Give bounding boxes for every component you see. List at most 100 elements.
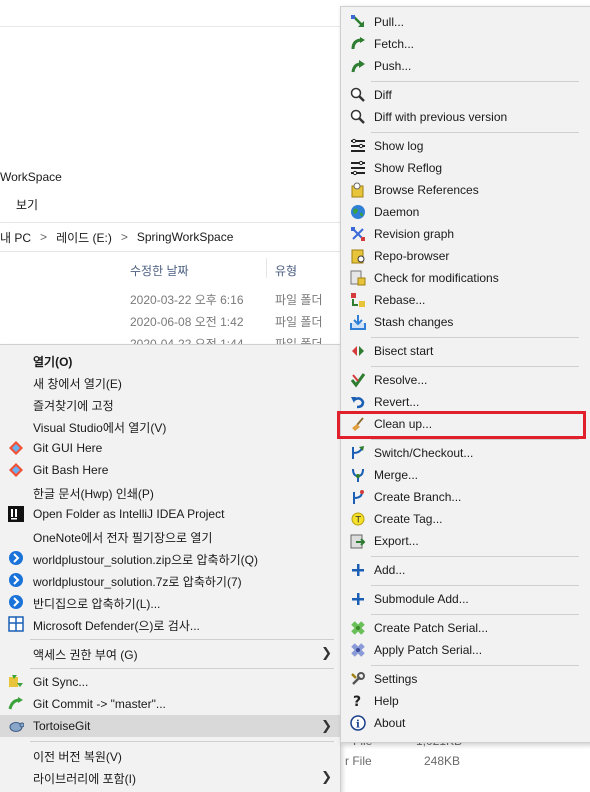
- menu-separator: [30, 668, 334, 669]
- menu-item-label: Open Folder as IntelliJ IDEA Project: [33, 507, 225, 521]
- menu-item-pull[interactable]: Pull...: [341, 11, 590, 33]
- column-header-type[interactable]: 유형: [275, 262, 297, 279]
- menu-item-label: Create Branch...: [374, 490, 462, 504]
- menu-separator: [371, 81, 579, 82]
- patch-icon: [350, 642, 366, 658]
- menu-item-revert[interactable]: Revert...: [341, 391, 590, 413]
- menu-item-bisect-start[interactable]: Bisect start: [341, 340, 590, 362]
- menu-item-defender[interactable]: Microsoft Defender(으)로 검사...: [0, 613, 340, 635]
- git-commit-icon: [8, 696, 24, 712]
- menu-item-push[interactable]: Push...: [341, 55, 590, 77]
- menu-item-label: Push...: [374, 59, 412, 73]
- menu-item-pin-quick-access[interactable]: 즐겨찾기에 고정: [0, 393, 340, 415]
- menu-item-label: Switch/Checkout...: [374, 446, 474, 460]
- menu-item-stash[interactable]: Stash changes: [341, 311, 590, 333]
- menu-item-label: Merge...: [374, 468, 419, 482]
- menu-item-label: Visual Studio에서 열기(V): [33, 421, 167, 435]
- menu-item-resolve[interactable]: Resolve...: [341, 369, 590, 391]
- breadcrumb-this-pc[interactable]: 내 PC: [0, 229, 31, 246]
- menu-item-create-branch[interactable]: Create Branch...: [341, 486, 590, 508]
- breadcrumb-drive[interactable]: 레이드 (E:): [56, 229, 112, 246]
- menu-item-git-bash[interactable]: Git Bash Here: [0, 459, 340, 481]
- breadcrumb[interactable]: 내 PC > 레이드 (E:) > SpringWorkSpace: [0, 222, 340, 252]
- menu-item-label: 이전 버전 복원(V): [33, 750, 122, 764]
- breadcrumb-folder[interactable]: SpringWorkSpace: [137, 230, 234, 244]
- menu-item-submodule-add[interactable]: Submodule Add...: [341, 588, 590, 610]
- menu-item-label: Microsoft Defender(으)로 검사...: [33, 619, 200, 633]
- menu-item-label: 즐겨찾기에 고정: [33, 399, 114, 413]
- menu-item-label: Diff with previous version: [374, 110, 508, 124]
- menu-item-label: Help: [374, 694, 399, 708]
- menu-item-grant-access[interactable]: 액세스 권한 부여 (G) ❯: [0, 642, 340, 664]
- menu-item-hwp-print[interactable]: 한글 문서(Hwp) 인쇄(P): [0, 481, 340, 503]
- menu-item-label: Browse References: [374, 183, 479, 197]
- menu-item-label: Git GUI Here: [33, 441, 103, 455]
- menu-item-check-modifications[interactable]: Check for modifications: [341, 267, 590, 289]
- menu-item-tortoisegit[interactable]: TortoiseGit ❯: [0, 715, 340, 737]
- plus-icon: [350, 562, 366, 578]
- menu-item-about[interactable]: i About: [341, 712, 590, 734]
- menu-item-diff-previous[interactable]: Diff with previous version: [341, 106, 590, 128]
- menu-item-diff[interactable]: Diff: [341, 84, 590, 106]
- graph-icon: [350, 226, 366, 242]
- tortoise-icon: [8, 718, 24, 734]
- menu-item-rebase[interactable]: Rebase...: [341, 289, 590, 311]
- menu-item-onenote[interactable]: OneNote에서 전자 필기장으로 열기: [0, 525, 340, 547]
- menu-item-show-reflog[interactable]: Show Reflog: [341, 157, 590, 179]
- divider: [0, 26, 340, 27]
- chevron-right-icon: ❯: [321, 769, 332, 784]
- menu-item-git-sync[interactable]: Git Sync...: [0, 671, 340, 693]
- menu-item-7z[interactable]: worldplustour_solution.7z로 압축하기(7): [0, 569, 340, 591]
- menu-item-include-library[interactable]: 라이브러리에 포함(I) ❯: [0, 766, 340, 788]
- menu-item-label: Git Bash Here: [33, 463, 109, 477]
- menu-item-git-commit[interactable]: Git Commit -> "master"...: [0, 693, 340, 715]
- menu-item-browse-references[interactable]: Browse References: [341, 179, 590, 201]
- menu-item-label: Submodule Add...: [374, 592, 469, 606]
- log-icon: [350, 160, 366, 176]
- menu-item-restore-previous[interactable]: 이전 버전 복원(V): [0, 744, 340, 766]
- git-diamond-icon: [8, 440, 24, 456]
- svg-text:T: T: [355, 516, 362, 526]
- menu-item-label: Git Commit -> "master"...: [33, 697, 166, 711]
- menu-item-label: Pull...: [374, 15, 405, 29]
- menu-item-open-new-window[interactable]: 새 창에서 열기(E): [0, 371, 340, 393]
- menu-item-merge[interactable]: Merge...: [341, 464, 590, 486]
- row-type: 파일 폴더: [275, 315, 323, 329]
- menu-separator: [371, 585, 579, 586]
- menu-item-revision-graph[interactable]: Revision graph: [341, 223, 590, 245]
- menu-item-fetch[interactable]: Fetch...: [341, 33, 590, 55]
- menu-item-repo-browser[interactable]: Repo-browser: [341, 245, 590, 267]
- menu-separator: [371, 132, 579, 133]
- menu-item-open-visual-studio[interactable]: Visual Studio에서 열기(V): [0, 415, 340, 437]
- menu-separator: [371, 337, 579, 338]
- menu-item-create-patch-serial[interactable]: Create Patch Serial...: [341, 617, 590, 639]
- menu-item-zip[interactable]: worldplustour_solution.zip으로 압축하기(Q): [0, 547, 340, 569]
- pull-icon: [350, 14, 366, 30]
- menu-item-export[interactable]: Export...: [341, 530, 590, 552]
- svg-text:i: i: [356, 720, 360, 731]
- column-header-date[interactable]: 수정한 날짜: [130, 262, 189, 279]
- menu-item-label: 새 창에서 열기(E): [33, 377, 122, 391]
- menu-item-label: OneNote에서 전자 필기장으로 열기: [33, 531, 213, 545]
- menu-item-show-log[interactable]: Show log: [341, 135, 590, 157]
- menu-item-label: 열기(O): [33, 355, 73, 369]
- menu-item-label: worldplustour_solution.7z로 압축하기(7): [33, 575, 242, 589]
- menu-item-label: Apply Patch Serial...: [374, 643, 483, 657]
- menu-separator: [371, 556, 579, 557]
- view-menu[interactable]: 보기: [16, 196, 38, 213]
- menu-item-open[interactable]: 열기(O): [0, 349, 340, 371]
- menu-item-create-tag[interactable]: T Create Tag...: [341, 508, 590, 530]
- menu-item-settings[interactable]: Settings: [341, 668, 590, 690]
- fetch-icon: [350, 36, 366, 52]
- menu-item-add[interactable]: Add...: [341, 559, 590, 581]
- menu-item-git-gui[interactable]: Git GUI Here: [0, 437, 340, 459]
- git-diamond-icon: [8, 462, 24, 478]
- diff-icon: [350, 87, 366, 103]
- menu-separator: [371, 366, 579, 367]
- menu-item-switch-checkout[interactable]: Switch/Checkout...: [341, 442, 590, 464]
- menu-item-apply-patch-serial[interactable]: Apply Patch Serial...: [341, 639, 590, 661]
- menu-item-bandizip[interactable]: 반디집으로 압축하기(L)...: [0, 591, 340, 613]
- menu-item-help[interactable]: ? Help: [341, 690, 590, 712]
- menu-item-intellij[interactable]: Open Folder as IntelliJ IDEA Project: [0, 503, 340, 525]
- menu-item-daemon[interactable]: Daemon: [341, 201, 590, 223]
